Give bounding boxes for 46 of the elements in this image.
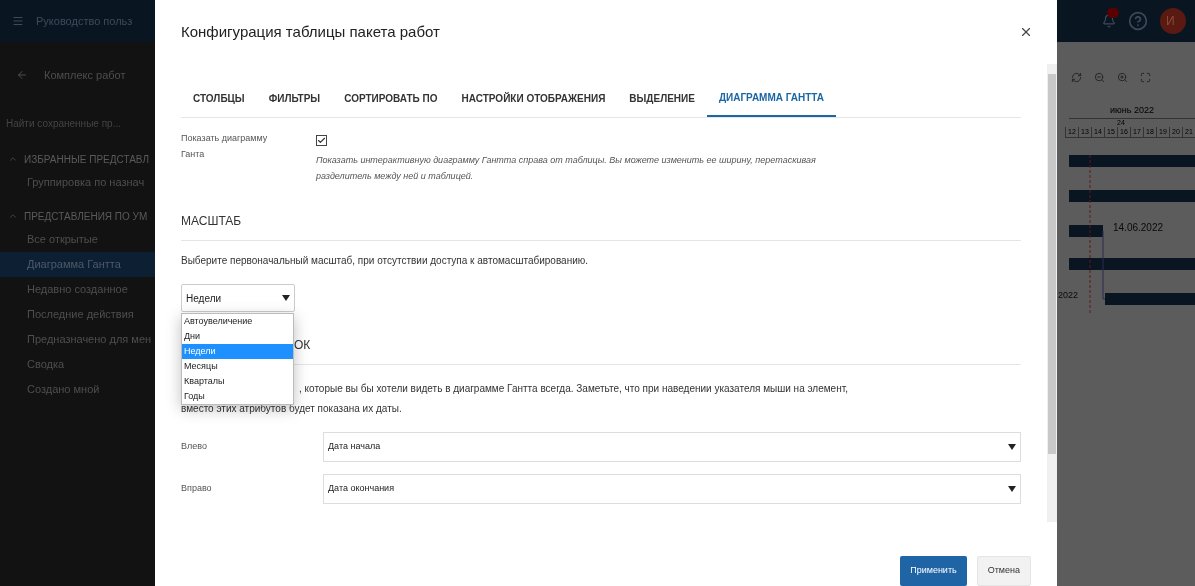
dropdown-caret-icon bbox=[282, 295, 290, 301]
section-description: вместо этих атрибутов будет показана их даты. bbox=[181, 402, 403, 416]
section-heading: МАСШТАБ bbox=[181, 212, 1021, 241]
refresh-icon[interactable] bbox=[1071, 71, 1082, 83]
dropdown-option[interactable]: Дни bbox=[182, 329, 293, 344]
close-icon bbox=[1019, 25, 1033, 39]
dropdown-option[interactable]: Автоувеличение bbox=[182, 314, 293, 329]
cancel-button[interactable]: Отмена bbox=[976, 556, 1031, 586]
dropdown-option[interactable]: Недели bbox=[182, 344, 293, 359]
dialog-title: Конфигурация таблицы пакета работ bbox=[181, 21, 440, 42]
attribute-select[interactable]: Дата начала bbox=[323, 432, 1021, 462]
checkbox[interactable] bbox=[316, 135, 327, 146]
setting-label: Показать диаграмму Ганта bbox=[181, 132, 269, 161]
apply-button[interactable]: Применить bbox=[900, 556, 967, 586]
attribute-select[interactable]: Дата окончания bbox=[323, 474, 1021, 504]
scrollbar[interactable] bbox=[1047, 64, 1057, 522]
date-label: 14.06.2022 bbox=[1113, 221, 1164, 235]
tab[interactable]: ФИЛЬТРЫ bbox=[256, 80, 333, 117]
help-text: Показать интерактивную диаграмму Гантта справа от таблицы. Вы можете изменить ее ширину, перетаскивая разделитель между ней и таблицей. bbox=[316, 154, 817, 183]
month-header: июнь 2022 bbox=[1110, 104, 1154, 117]
collapse-caret-icon[interactable] bbox=[8, 154, 18, 164]
help-icon[interactable] bbox=[1128, 11, 1148, 31]
dropdown-option[interactable]: Месяцы bbox=[182, 359, 293, 374]
dropdown-option[interactable]: Годы bbox=[182, 389, 293, 404]
tab[interactable]: ВЫДЕЛЕНИЕ bbox=[617, 80, 707, 117]
scale-select[interactable]: Недели bbox=[181, 284, 295, 312]
tab[interactable]: СТОЛБЦЫ bbox=[181, 80, 257, 117]
back-arrow-icon[interactable] bbox=[16, 69, 28, 81]
bell-icon[interactable] bbox=[1102, 14, 1116, 28]
dropdown-caret-icon bbox=[1008, 486, 1016, 492]
field-label: Вправо bbox=[181, 482, 213, 496]
section-description: Выберите первоначальный масштаб, при отсутствии доступа к автомасштабированию. bbox=[181, 254, 590, 268]
field-label: Влево bbox=[181, 440, 208, 454]
dropdown-caret-icon bbox=[1008, 444, 1016, 450]
zoom-out-icon[interactable] bbox=[1094, 71, 1105, 83]
collapse-caret-icon[interactable] bbox=[8, 211, 18, 221]
tab[interactable]: СОРТИРОВАТЬ ПО bbox=[332, 80, 450, 117]
date-label: 2022 bbox=[1058, 289, 1079, 302]
tab[interactable]: НАСТРОЙКИ ОТОБРАЖЕНИЯ bbox=[449, 80, 618, 117]
fullscreen-icon[interactable] bbox=[1140, 71, 1151, 83]
dropdown-option[interactable]: Кварталы bbox=[182, 374, 293, 389]
tab[interactable]: ДИАГРАММА ГАНТТА bbox=[706, 80, 837, 117]
zoom-in-icon[interactable] bbox=[1117, 71, 1128, 83]
section-description: , которые вы бы хотели видеть в диаграмме Гантта всегда. Заметьте, что при наведении указателя мыши на элемент, bbox=[299, 382, 848, 396]
section-heading: ОК bbox=[294, 338, 311, 352]
menu-icon[interactable] bbox=[12, 15, 24, 27]
